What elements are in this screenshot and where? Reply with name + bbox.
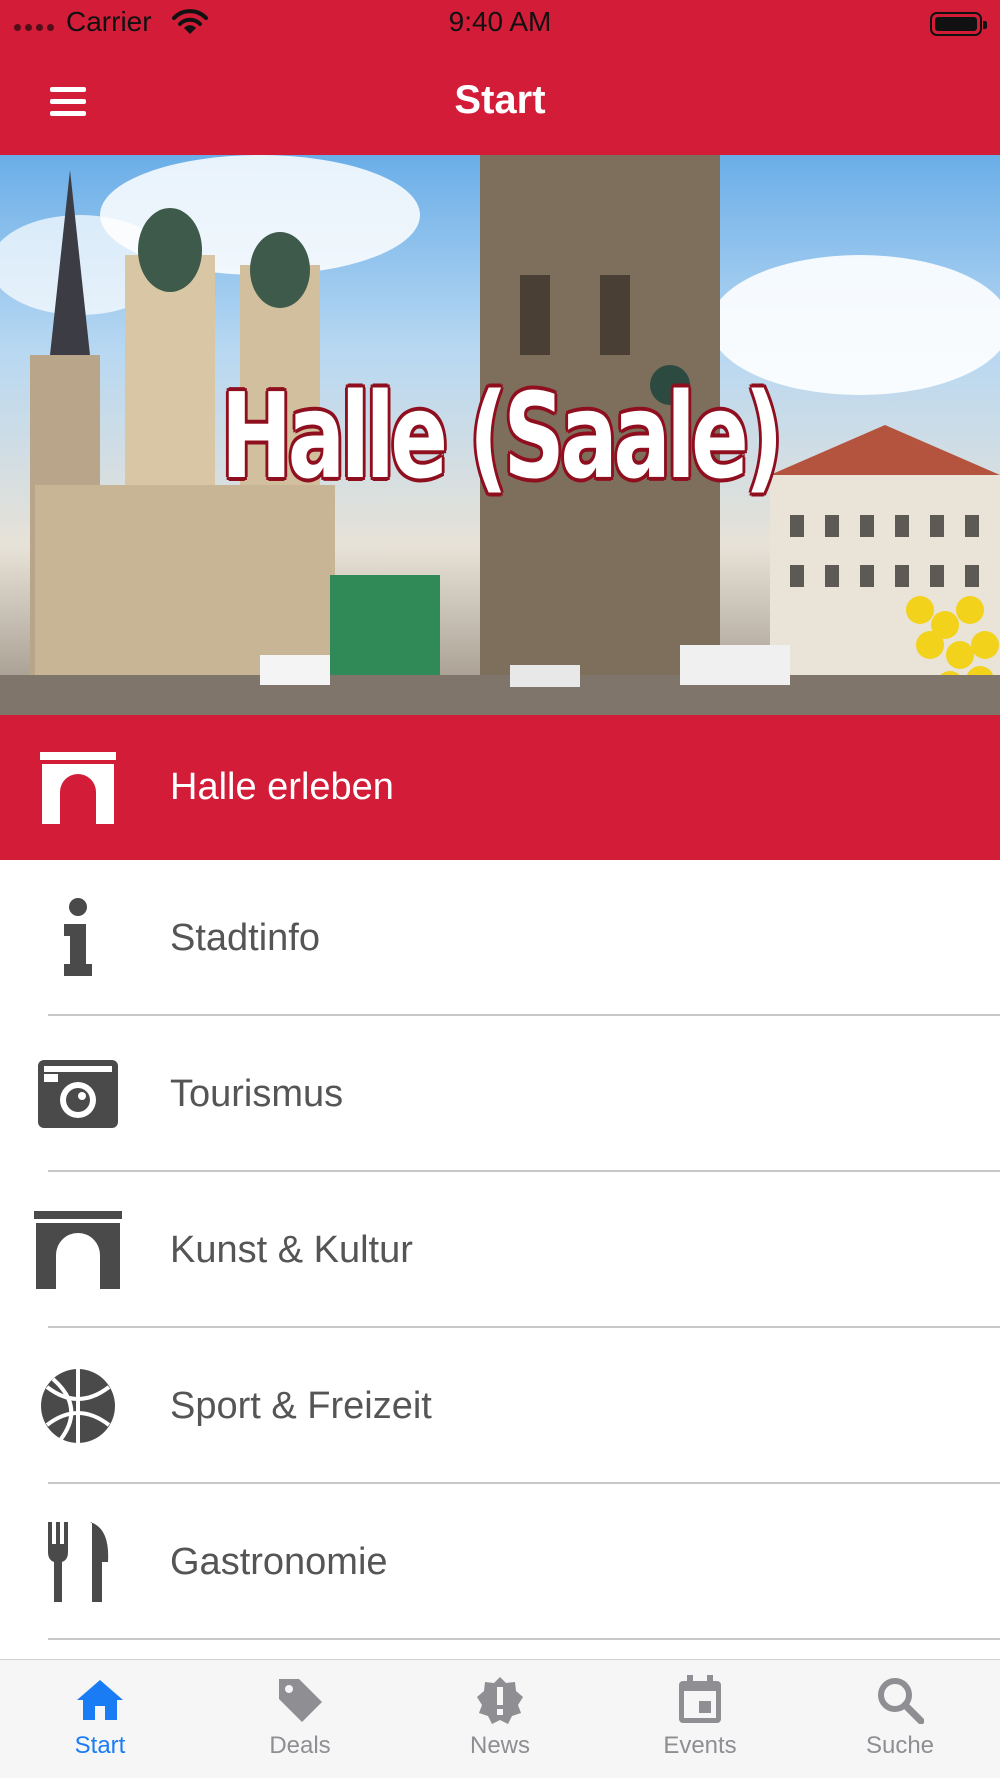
clock-time: 9:40 AM <box>448 6 552 37</box>
search-icon <box>874 1674 926 1726</box>
tab-label: Deals <box>269 1732 331 1759</box>
list-item-label: Sport & Freizeit <box>170 1384 432 1427</box>
tab-start[interactable]: Start <box>0 1660 200 1778</box>
alert-badge-icon <box>474 1674 526 1726</box>
category-list: Halle erleben Stadtinfo Tourismus Kunst … <box>0 715 1000 1640</box>
basketball-icon <box>30 1358 126 1454</box>
list-item-gastronomie[interactable]: Gastronomie <box>0 1484 1000 1640</box>
tab-news[interactable]: News <box>400 1660 600 1778</box>
tag-icon <box>274 1674 326 1726</box>
hero-banner-image: Halle (Saale) <box>0 155 1000 715</box>
battery-icon <box>930 12 987 36</box>
list-item-label: Halle erleben <box>170 766 394 808</box>
list-item-stadtinfo[interactable]: Stadtinfo <box>0 860 1000 1016</box>
list-item-label: Tourismus <box>170 1072 344 1115</box>
camera-icon <box>30 1046 126 1142</box>
tab-label: News <box>469 1732 530 1759</box>
tab-suche[interactable]: Suche <box>800 1660 1000 1778</box>
list-item-label: Gastronomie <box>170 1540 388 1583</box>
archway-icon <box>30 1202 126 1298</box>
home-icon <box>74 1674 126 1726</box>
navigation-bar: Start <box>0 48 1000 155</box>
tab-events[interactable]: Events <box>600 1660 800 1778</box>
tab-bar: Start Deals News Events Suche <box>0 1659 1000 1778</box>
status-bar: Carrier 9:40 AM <box>0 0 1000 48</box>
fork-knife-icon <box>30 1514 126 1610</box>
list-item-label: Kunst & Kultur <box>170 1228 413 1271</box>
row-divider <box>48 1638 1000 1640</box>
tab-label: Suche <box>865 1732 935 1759</box>
tab-deals[interactable]: Deals <box>200 1660 400 1778</box>
calendar-icon <box>674 1674 726 1726</box>
list-item-sport-freizeit[interactable]: Sport & Freizeit <box>0 1328 1000 1484</box>
list-item-halle-erleben[interactable]: Halle erleben <box>0 715 1000 860</box>
info-icon <box>30 890 126 986</box>
hero-title: Halle (Saale) <box>221 367 783 505</box>
page-title: Start <box>454 78 546 122</box>
tab-label: Events <box>663 1732 737 1759</box>
list-item-label: Stadtinfo <box>170 916 320 959</box>
list-item-tourismus[interactable]: Tourismus <box>0 1016 1000 1172</box>
archway-icon <box>30 740 126 836</box>
list-item-kunst-kultur[interactable]: Kunst & Kultur <box>0 1172 1000 1328</box>
tab-label: Start <box>74 1732 126 1759</box>
